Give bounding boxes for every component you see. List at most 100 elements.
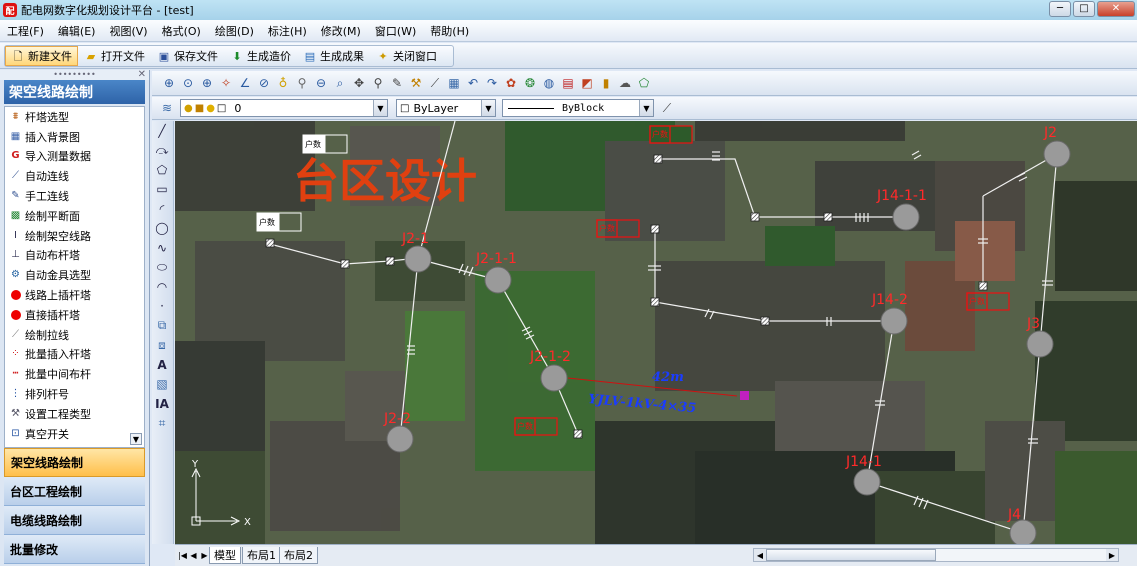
ruler-icon[interactable]: ⟋ [426, 74, 444, 92]
scroll-left-icon[interactable]: ◀ [754, 549, 766, 561]
generate-cost-button[interactable]: ⬇ 生成造价 [224, 46, 297, 66]
list-item[interactable]: ⚒ 设置工程类型 [5, 404, 144, 424]
spline-icon[interactable]: ∿ [152, 238, 172, 258]
match-properties-icon[interactable]: ⟋ [658, 99, 676, 117]
undo-icon[interactable]: ↶ [464, 74, 482, 92]
brush-icon[interactable]: ⚒ [407, 74, 425, 92]
properties-icon[interactable]: ▮ [597, 74, 615, 92]
pole-j2-1[interactable] [404, 245, 432, 273]
zoom-in-icon[interactable]: ⊕ [198, 74, 216, 92]
menu-dimension[interactable]: 标注(H) [261, 23, 314, 39]
zoom-extents-icon[interactable]: ✧ [217, 74, 235, 92]
section-overhead-line[interactable]: 架空线路绘制 [4, 448, 145, 477]
list-item[interactable]: ⊡ 真空开关 [5, 424, 144, 444]
cloud-icon[interactable]: ☁ [616, 74, 634, 92]
linetype-select[interactable]: ByBlock ▼ [502, 99, 654, 117]
list-item[interactable]: ⚙ 自动金具选型 [5, 265, 144, 285]
tab-first-icon[interactable]: |◀ [177, 549, 188, 561]
zoom-out-icon[interactable]: ⊖ [312, 74, 330, 92]
menu-modify[interactable]: 修改(M) [314, 23, 368, 39]
redo-icon[interactable]: ↷ [483, 74, 501, 92]
list-item[interactable]: ⁘ 批量插入杆塔 [5, 345, 144, 365]
pole-j2[interactable] [1043, 140, 1071, 168]
pole-j14-1[interactable] [853, 468, 881, 496]
menu-view[interactable]: 视图(V) [102, 23, 154, 39]
menu-draw[interactable]: 绘图(D) [208, 23, 261, 39]
list-item[interactable]: ┅ 批量中间布杆 [5, 364, 144, 384]
circle-icon[interactable]: ◯ [152, 219, 172, 239]
make-block-icon[interactable]: ⧈ [152, 336, 172, 356]
layer-manager-icon[interactable]: ▦ [445, 74, 463, 92]
save-file-button[interactable]: ▣ 保存文件 [151, 46, 224, 66]
list-item[interactable]: ⟋ 绘制拉线 [5, 325, 144, 345]
pdf-icon[interactable]: ▤ [559, 74, 577, 92]
color-wheel-icon[interactable]: ❂ [521, 74, 539, 92]
maximize-icon[interactable]: □ [1073, 1, 1095, 17]
menu-edit[interactable]: 编辑(E) [51, 23, 103, 39]
layers-icon[interactable]: ≋ [158, 99, 176, 117]
pole-j14-1-1[interactable] [892, 203, 920, 231]
ellipse-arc-icon[interactable]: ◠ [152, 277, 172, 297]
pole-j2-1-1[interactable] [484, 266, 512, 294]
menu-help[interactable]: 帮助(H) [423, 23, 476, 39]
section-district-project[interactable]: 台区工程绘制 [4, 477, 145, 506]
tab-layout1[interactable]: 布局1 [242, 547, 281, 564]
measure-icon[interactable]: ⚲ [369, 74, 387, 92]
hatch-icon[interactable]: ▧ [152, 375, 172, 395]
menu-project[interactable]: 工程(F) [0, 23, 51, 39]
palette-icon[interactable]: ✿ [502, 74, 520, 92]
section-batch-modify[interactable]: 批量修改 [4, 535, 145, 564]
bulb-icon[interactable]: ♁ [274, 74, 292, 92]
pole-j14-2[interactable] [880, 307, 908, 335]
color-select[interactable]: □ ByLayer ▼ [396, 99, 496, 117]
close-window-button[interactable]: ✦ 关闭窗口 [370, 46, 443, 66]
ellipse-icon[interactable]: ⬭ [152, 258, 172, 278]
menu-window[interactable]: 窗口(W) [368, 23, 423, 39]
export-icon[interactable]: ◩ [578, 74, 596, 92]
generate-result-button[interactable]: ▤ 生成成果 [297, 46, 370, 66]
pole-j2-1-2[interactable] [540, 364, 568, 392]
list-item[interactable]: ⊥ 自动布杆塔 [5, 246, 144, 266]
list-item[interactable]: 线路上插杆塔 [5, 285, 144, 305]
list-item[interactable]: ▩ 绘制平断面 [5, 206, 144, 226]
search-icon[interactable]: ⌕ [331, 74, 349, 92]
insert-block-icon[interactable]: ⧉ [152, 316, 172, 336]
rectangle-icon[interactable]: ▭ [152, 180, 172, 200]
locate-icon[interactable]: ⚲ [293, 74, 311, 92]
list-item[interactable]: ⟋ 自动连线 [5, 166, 144, 186]
table-icon[interactable]: ⌗ [152, 414, 172, 434]
minimize-icon[interactable]: ─ [1049, 1, 1071, 17]
section-cable-line[interactable]: 电缆线路绘制 [4, 506, 145, 535]
list-item[interactable]: ⩩ 杆塔选型 [5, 107, 144, 127]
polygon-icon[interactable]: ⬠ [152, 160, 172, 180]
list-item[interactable]: ✎ 手工连线 [5, 186, 144, 206]
shape-icon[interactable]: ⬠ [635, 74, 653, 92]
line-icon[interactable]: ╱ [152, 121, 172, 141]
horizontal-scrollbar[interactable]: ◀ ▶ [753, 548, 1119, 562]
zoom-realtime-icon[interactable]: ⊕ [160, 74, 178, 92]
text-icon[interactable]: A [152, 355, 172, 375]
pencil-icon[interactable]: ✎ [388, 74, 406, 92]
list-item[interactable]: ⋮ 排列杆号 [5, 384, 144, 404]
new-file-button[interactable]: 🗋 新建文件 [5, 46, 78, 66]
list-item[interactable]: G 导入测量数据 [5, 147, 144, 167]
chevron-down-icon[interactable]: ▼ [639, 100, 653, 116]
polyline-icon[interactable]: ⤼ [152, 141, 172, 161]
angle-icon[interactable]: ∠ [236, 74, 254, 92]
list-item[interactable]: Ⅰ 绘制架空线路 [5, 226, 144, 246]
globe-icon[interactable]: ◍ [540, 74, 558, 92]
list-item[interactable]: ▦ 插入背景图 [5, 127, 144, 147]
close-icon[interactable]: ✕ [1097, 1, 1135, 17]
pan-icon[interactable]: ✥ [350, 74, 368, 92]
scroll-down-icon[interactable]: ▼ [130, 433, 142, 445]
scroll-right-icon[interactable]: ▶ [1106, 549, 1118, 561]
tab-prev-icon[interactable]: ◀ [188, 549, 199, 561]
panel-grip[interactable]: ••••••••• ✕ [0, 70, 149, 80]
chevron-down-icon[interactable]: ▼ [481, 100, 495, 116]
zoom-previous-icon[interactable]: ⊘ [255, 74, 273, 92]
pole-j4[interactable] [1009, 519, 1037, 544]
menu-format[interactable]: 格式(O) [155, 23, 208, 39]
pole-j2-2[interactable] [386, 425, 414, 453]
mtext-icon[interactable]: ⅠA [152, 394, 172, 414]
pole-j3[interactable] [1026, 330, 1054, 358]
